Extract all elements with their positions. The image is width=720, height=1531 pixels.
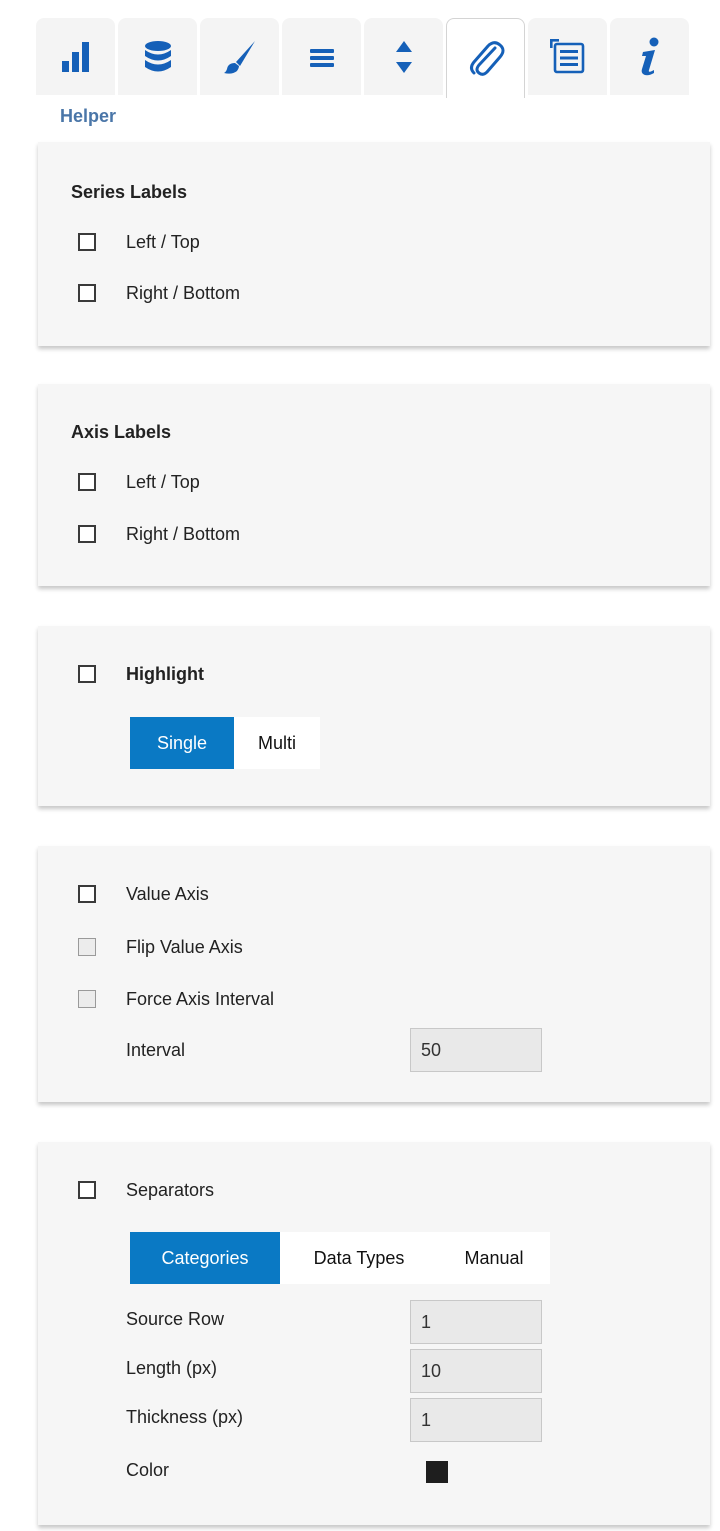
section-title: Helper xyxy=(60,106,117,126)
tab-numbered-list[interactable] xyxy=(528,18,607,95)
value-axis-label: Value Axis xyxy=(126,883,209,904)
tab-sort[interactable] xyxy=(364,18,443,95)
tab-list[interactable] xyxy=(282,18,361,95)
series-labels-left-top-label: Left / Top xyxy=(126,231,200,252)
highlight-mode-single-button[interactable]: Single xyxy=(130,717,234,769)
sort-icon xyxy=(395,40,412,73)
tab-helper[interactable] xyxy=(446,18,525,98)
interval-input[interactable]: 50 xyxy=(410,1028,542,1072)
list-icon xyxy=(309,48,334,67)
series-labels-left-top-option[interactable]: Left / Top xyxy=(78,230,200,254)
axis-labels-right-bottom-label: Right / Bottom xyxy=(126,523,241,544)
tab-style[interactable] xyxy=(200,18,279,95)
highlight-checkbox[interactable] xyxy=(78,665,96,683)
separators-checkbox[interactable] xyxy=(78,1181,96,1199)
info-icon xyxy=(641,37,658,75)
bar-chart-icon xyxy=(61,41,89,72)
separators-option[interactable]: Separators xyxy=(78,1178,214,1202)
force-axis-interval-checkbox[interactable] xyxy=(78,990,96,1008)
value-axis-panel: Value Axis Flip Value Axis Force Axis In… xyxy=(38,846,710,1102)
value-axis-checkbox[interactable] xyxy=(78,885,96,903)
separators-panel: Separators Categories Data Types Manual … xyxy=(38,1142,710,1525)
tab-data[interactable] xyxy=(118,18,197,95)
numbered-list-icon xyxy=(549,38,584,73)
color-label: Color xyxy=(126,1460,170,1480)
thickness-label: Thickness (px) xyxy=(126,1407,244,1427)
axis-labels-left-top-option[interactable]: Left / Top xyxy=(78,470,200,494)
separators-mode-data-types-button[interactable]: Data Types xyxy=(280,1232,438,1284)
series-labels-heading: Series Labels xyxy=(71,182,188,202)
highlight-label: Highlight xyxy=(126,663,204,684)
highlight-panel: Highlight Single Multi xyxy=(38,626,710,806)
source-row-label: Source Row xyxy=(126,1309,225,1329)
thickness-input[interactable]: 1 xyxy=(410,1398,542,1442)
value-axis-option[interactable]: Value Axis xyxy=(78,882,209,906)
brush-icon xyxy=(223,40,255,74)
series-labels-panel: Series Labels Left / Top Right / Bottom xyxy=(38,142,710,346)
separators-mode-manual-button[interactable]: Manual xyxy=(438,1232,550,1284)
axis-labels-panel: Axis Labels Left / Top Right / Bottom xyxy=(38,384,710,586)
length-label: Length (px) xyxy=(126,1358,218,1378)
flip-value-axis-label: Flip Value Axis xyxy=(126,936,243,957)
highlight-option[interactable]: Highlight xyxy=(78,662,204,686)
interval-label: Interval xyxy=(126,1040,186,1060)
axis-labels-left-top-checkbox[interactable] xyxy=(78,473,96,491)
highlight-mode-multi-button[interactable]: Multi xyxy=(234,717,320,769)
force-axis-interval-label: Force Axis Interval xyxy=(126,988,275,1009)
series-labels-right-bottom-label: Right / Bottom xyxy=(126,282,241,303)
force-axis-interval-option[interactable]: Force Axis Interval xyxy=(78,987,274,1011)
length-input[interactable]: 10 xyxy=(410,1349,542,1393)
separators-mode-toggle: Categories Data Types Manual xyxy=(130,1232,550,1284)
color-swatch[interactable] xyxy=(426,1461,448,1483)
axis-labels-right-bottom-checkbox[interactable] xyxy=(78,525,96,543)
flip-value-axis-checkbox[interactable] xyxy=(78,938,96,956)
paperclip-icon xyxy=(469,40,504,76)
series-labels-right-bottom-checkbox[interactable] xyxy=(78,284,96,302)
series-labels-left-top-checkbox[interactable] xyxy=(78,233,96,251)
series-labels-right-bottom-option[interactable]: Right / Bottom xyxy=(78,281,240,305)
database-icon xyxy=(144,40,171,71)
flip-value-axis-option[interactable]: Flip Value Axis xyxy=(78,935,243,959)
highlight-mode-toggle: Single Multi xyxy=(130,717,320,769)
tab-info[interactable] xyxy=(610,18,689,95)
axis-labels-heading: Axis Labels xyxy=(71,422,172,442)
separators-label: Separators xyxy=(126,1179,215,1200)
axis-labels-left-top-label: Left / Top xyxy=(126,471,200,492)
separators-mode-categories-button[interactable]: Categories xyxy=(130,1232,280,1284)
source-row-input[interactable]: 1 xyxy=(410,1300,542,1344)
axis-labels-right-bottom-option[interactable]: Right / Bottom xyxy=(78,522,240,546)
tab-chart[interactable] xyxy=(36,18,115,95)
